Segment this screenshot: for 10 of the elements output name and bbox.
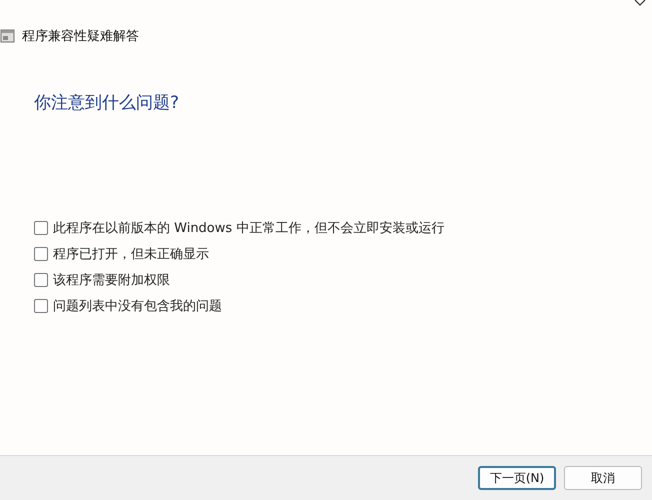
close-icon[interactable] [634, 0, 646, 8]
cancel-button[interactable]: 取消 [564, 466, 642, 490]
window-title: 程序兼容性疑难解答 [22, 28, 139, 45]
next-button[interactable]: 下一页(N) [478, 466, 556, 490]
problem-checkbox[interactable]: 此程序在以前版本的 Windows 中正常工作，但不会立即安装或运行 [34, 219, 444, 237]
problem-checkbox[interactable]: 该程序需要附加权限 [34, 271, 170, 289]
problem-checkbox[interactable]: 问题列表中没有包含我的问题 [34, 297, 222, 315]
app-icon [0, 28, 16, 44]
page-heading: 你注意到什么问题? [34, 92, 180, 114]
problem-checkbox[interactable]: 程序已打开，但未正确显示 [34, 245, 209, 263]
